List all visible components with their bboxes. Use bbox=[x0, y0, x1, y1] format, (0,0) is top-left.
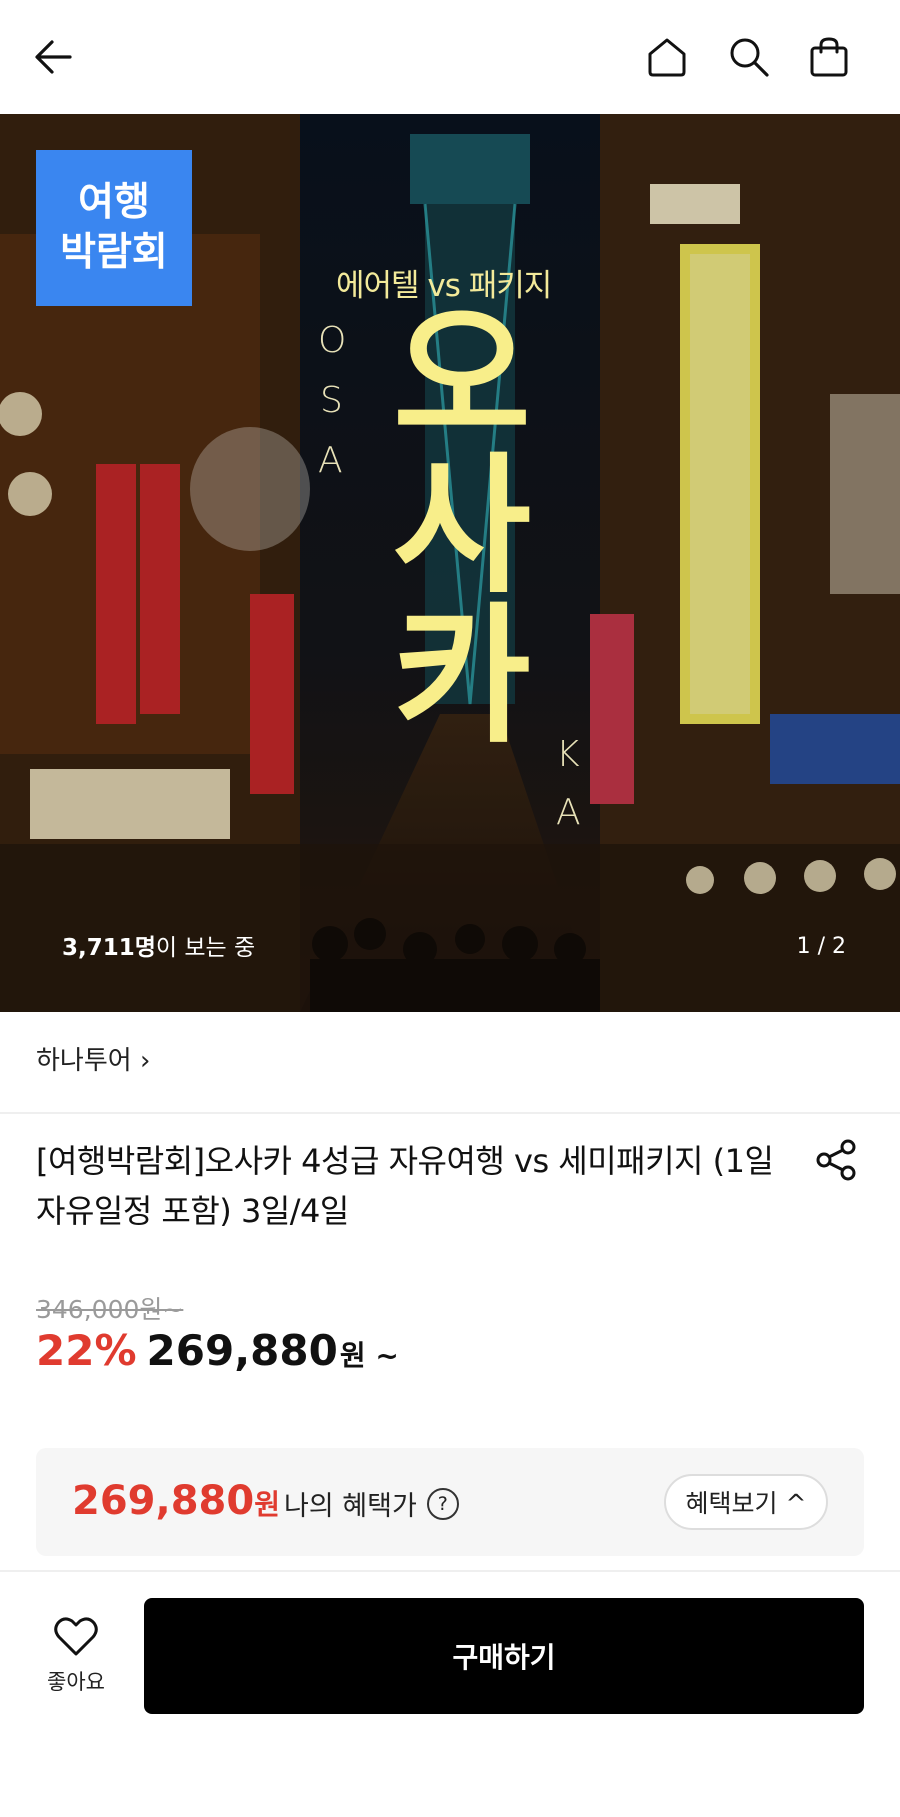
latin-letter: K bbox=[556, 734, 580, 775]
chevron-right-icon: › bbox=[139, 1046, 151, 1076]
top-app-bar bbox=[0, 0, 900, 114]
badge-line-2: 박람회 bbox=[60, 230, 168, 275]
heart-icon bbox=[54, 1617, 98, 1656]
latin-letter: O bbox=[318, 320, 347, 361]
carousel-pager: 1 / 2 bbox=[796, 934, 846, 959]
view-benefits-button[interactable]: 혜택보기 ^ bbox=[664, 1474, 828, 1530]
cart-button[interactable] bbox=[802, 30, 856, 84]
share-button[interactable] bbox=[814, 1138, 858, 1182]
hero-title-char: 오 bbox=[392, 290, 531, 464]
buy-button[interactable]: 구매하기 bbox=[144, 1598, 864, 1714]
hero-title-char: 사 bbox=[392, 440, 531, 614]
help-icon[interactable]: ? bbox=[426, 1487, 459, 1520]
seller-name: 하나투어 bbox=[36, 1046, 132, 1076]
sale-price: 269,880 bbox=[146, 1326, 338, 1375]
like-label: 좋아요 bbox=[47, 1670, 105, 1694]
divider bbox=[0, 1112, 900, 1114]
badge-line-1: 여행 bbox=[78, 180, 150, 225]
discount-rate: 22% bbox=[36, 1326, 137, 1375]
like-button[interactable]: 좋아요 bbox=[36, 1614, 116, 1696]
benefit-box: 269,880원 나의 혜택가 ? 혜택보기 ^ bbox=[36, 1448, 864, 1556]
hero-image-carousel[interactable]: 여행 박람회 에어텔 vs 패키지 오 사 카 O S A K A 3,711명… bbox=[0, 114, 900, 1012]
search-button[interactable] bbox=[722, 30, 776, 84]
search-icon bbox=[730, 38, 769, 77]
share-icon bbox=[816, 1139, 856, 1181]
hero-title-char: 카 bbox=[392, 590, 531, 764]
home-icon bbox=[648, 38, 686, 77]
back-button[interactable] bbox=[26, 30, 80, 84]
benefit-price-value: 269,880 bbox=[72, 1478, 255, 1524]
seller-link[interactable]: 하나투어 › bbox=[36, 1040, 150, 1077]
latin-letter: S bbox=[320, 380, 343, 421]
benefit-label: 나의 혜택가 ? bbox=[284, 1484, 459, 1523]
hero-title: 오 사 카 bbox=[360, 302, 560, 752]
divider bbox=[0, 1570, 900, 1572]
price-unit: 원 ~ bbox=[339, 1339, 399, 1372]
benefit-price: 269,880원 bbox=[72, 1478, 280, 1524]
viewer-count-suffix: 이 보는 중 bbox=[155, 935, 256, 961]
arrow-left-icon bbox=[35, 40, 72, 74]
product-title: [여행박람회]오사카 4성급 자유여행 vs 세미패키지 (1일 자유일정 포함… bbox=[36, 1142, 774, 1230]
latin-letter: A bbox=[318, 440, 343, 481]
viewer-count-number: 3,711명 bbox=[62, 935, 156, 961]
latin-letter: A bbox=[556, 792, 581, 833]
home-button[interactable] bbox=[640, 30, 694, 84]
expo-badge: 여행 박람회 bbox=[36, 150, 192, 306]
price-row: 22% 269,880 원 ~ bbox=[36, 1326, 399, 1375]
benefit-price-unit: 원 bbox=[254, 1488, 280, 1521]
original-price: 346,000원~ bbox=[36, 1295, 184, 1324]
benefit-label-text: 나의 혜택가 bbox=[284, 1491, 417, 1522]
viewer-count: 3,711명이 보는 중 bbox=[62, 928, 255, 962]
shopping-bag-icon bbox=[810, 37, 848, 77]
